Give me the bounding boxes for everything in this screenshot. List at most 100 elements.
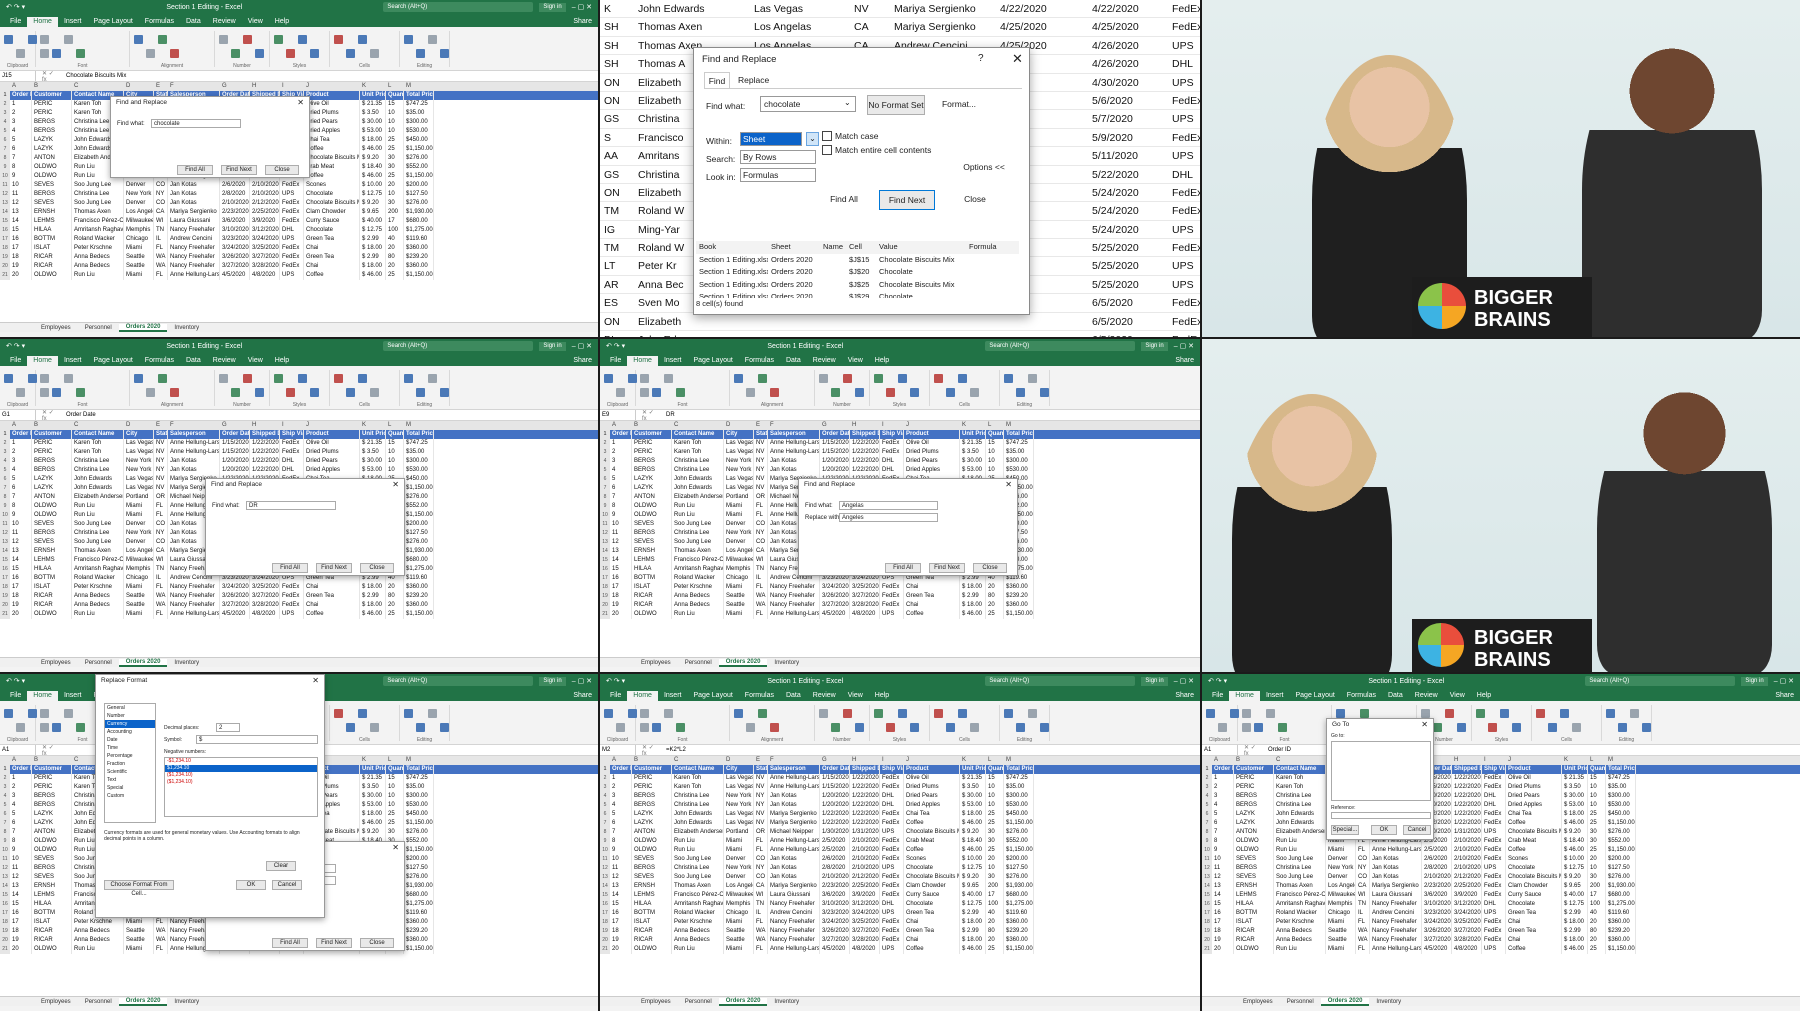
table-cell[interactable]: Elizabeth Andersen <box>672 828 724 837</box>
table-cell[interactable]: $ 30.00 <box>360 457 386 466</box>
table-cell[interactable]: FL <box>154 945 168 954</box>
table-cell[interactable]: 25 <box>986 810 1004 819</box>
table-cell[interactable]: 3 <box>1212 792 1234 801</box>
table-cell[interactable]: 2/8/2020 <box>1422 864 1452 873</box>
ribbon-button-icon[interactable] <box>243 35 252 44</box>
table-cell[interactable]: New York <box>124 457 154 466</box>
table-cell[interactable]: 16 <box>610 909 632 918</box>
table-cell[interactable]: Crab Meat <box>304 163 360 172</box>
table-header-cell[interactable]: Order Date <box>220 430 250 439</box>
table-cell[interactable]: $ 30.00 <box>960 457 986 466</box>
table-cell[interactable]: 15 <box>986 439 1004 448</box>
table-cell[interactable]: FedEx <box>880 873 904 882</box>
table-cell[interactable]: FL <box>1356 945 1370 954</box>
table-cell[interactable]: Coffee <box>904 819 960 828</box>
table-cell[interactable]: FL <box>754 918 768 927</box>
table-cell[interactable]: $ 21.35 <box>960 774 986 783</box>
reference-input[interactable] <box>1331 812 1431 819</box>
column-header[interactable]: I <box>280 82 304 91</box>
table-cell[interactable]: Denver <box>1326 855 1356 864</box>
table-cell[interactable]: 2/10/2020 <box>1422 873 1452 882</box>
ribbon-button-icon[interactable] <box>910 388 919 397</box>
table-cell[interactable]: Miami <box>124 511 154 520</box>
ribbon-button-icon[interactable] <box>843 709 852 718</box>
table-cell[interactable]: OLDWO <box>32 271 72 280</box>
table-cell[interactable]: 2 <box>610 448 632 457</box>
table-cell[interactable]: Las Vegas <box>124 484 154 493</box>
table-cell[interactable]: 10 <box>386 783 404 792</box>
table-header-cell[interactable]: Total Price <box>1606 765 1636 774</box>
ribbon-button-icon[interactable] <box>298 374 307 383</box>
sign-in-button[interactable]: Sign in <box>539 2 566 12</box>
table-cell[interactable]: Christina Lee <box>672 466 724 475</box>
table-cell[interactable]: FL <box>1356 846 1370 855</box>
table-cell[interactable]: $ 2.99 <box>360 235 386 244</box>
table-cell[interactable]: Anna Bedecs <box>672 592 724 601</box>
table-cell[interactable]: WI <box>754 556 768 565</box>
table-cell[interactable]: $680.00 <box>404 891 434 900</box>
table-cell[interactable]: 1/20/2020 <box>820 466 850 475</box>
table-cell[interactable]: 3/25/2020 <box>850 583 880 592</box>
table-cell[interactable]: 25 <box>986 610 1004 619</box>
column-header[interactable]: K <box>960 421 986 430</box>
table-cell[interactable]: 10 <box>386 448 404 457</box>
table-cell[interactable]: ANTON <box>632 828 672 837</box>
column-header[interactable]: L <box>386 82 404 91</box>
table-cell[interactable]: Run Liu <box>72 945 124 954</box>
table-cell[interactable]: Coffee <box>904 945 960 954</box>
table-cell[interactable]: $552.00 <box>404 163 434 172</box>
table-cell[interactable]: Peter Krschne <box>72 583 124 592</box>
results-header-cell[interactable]: Name <box>820 241 846 254</box>
table-cell[interactable]: UPS <box>880 610 904 619</box>
table-cell[interactable]: Chocolate <box>1506 864 1562 873</box>
table-cell[interactable]: 1/22/2020 <box>250 457 280 466</box>
table-cell[interactable]: 10 <box>986 457 1004 466</box>
tab-data[interactable]: Data <box>1382 691 1409 701</box>
table-cell[interactable]: RICAR <box>632 601 672 610</box>
table-cell[interactable]: 13 <box>10 882 32 891</box>
table-cell[interactable]: $276.00 <box>404 199 434 208</box>
table-cell[interactable]: Anna Bedecs <box>1274 936 1326 945</box>
find-next-button[interactable]: Find Next <box>929 563 965 573</box>
choose-format-button[interactable]: Choose Format From Cell... <box>104 880 174 897</box>
table-cell[interactable]: John Edwards <box>1274 810 1326 819</box>
table-cell[interactable]: Chicago <box>1326 909 1356 918</box>
table-cell[interactable]: 1/22/2020 <box>820 819 850 828</box>
table-cell[interactable]: PERIC <box>1234 774 1274 783</box>
table-cell[interactable]: Memphis <box>724 900 754 909</box>
ribbon-button-icon[interactable] <box>770 723 779 732</box>
table-cell[interactable]: Seattle <box>124 601 154 610</box>
table-cell[interactable]: 40 <box>1588 909 1606 918</box>
ribbon-button-icon[interactable] <box>831 388 840 397</box>
table-cell[interactable]: Olive Oil <box>904 774 960 783</box>
table-cell[interactable]: FedEx <box>880 601 904 610</box>
table-cell[interactable]: 11 <box>1212 864 1234 873</box>
close-icon[interactable]: ✕ <box>1012 51 1023 67</box>
table-cell[interactable]: ISLAT <box>32 583 72 592</box>
table-cell[interactable]: Nancy Freehafer <box>768 592 820 601</box>
tab-home[interactable]: Home <box>27 356 58 366</box>
ribbon-button-icon[interactable] <box>886 723 895 732</box>
table-header-cell[interactable]: Shipped Date <box>1452 765 1482 774</box>
sheet-tab[interactable]: Inventory <box>167 999 206 1005</box>
table-cell[interactable]: CO <box>154 199 168 208</box>
table-cell[interactable]: 16 <box>610 574 632 583</box>
table-cell[interactable]: Run Liu <box>672 610 724 619</box>
table-cell[interactable]: TN <box>154 226 168 235</box>
table-cell[interactable]: $ 10.00 <box>960 855 986 864</box>
table-cell[interactable]: Laura Giussani <box>768 891 820 900</box>
ribbon-button-icon[interactable] <box>416 723 425 732</box>
column-header[interactable]: H <box>850 756 880 765</box>
table-cell[interactable]: Thomas Axen <box>72 547 124 556</box>
table-header-cell[interactable]: Product <box>304 91 360 100</box>
table-cell[interactable] <box>850 331 890 337</box>
table-cell[interactable]: Christina Lee <box>672 529 724 538</box>
table-cell[interactable]: 12 <box>10 538 32 547</box>
tab-formulas[interactable]: Formulas <box>739 356 780 366</box>
sign-in-button[interactable]: Sign in <box>1741 676 1768 686</box>
table-cell[interactable]: PERIC <box>632 439 672 448</box>
ribbon-button-icon[interactable] <box>16 388 25 397</box>
table-cell[interactable]: $680.00 <box>1004 891 1034 900</box>
table-header-cell[interactable]: Contact Name <box>672 765 724 774</box>
table-cell[interactable]: RICAR <box>632 592 672 601</box>
